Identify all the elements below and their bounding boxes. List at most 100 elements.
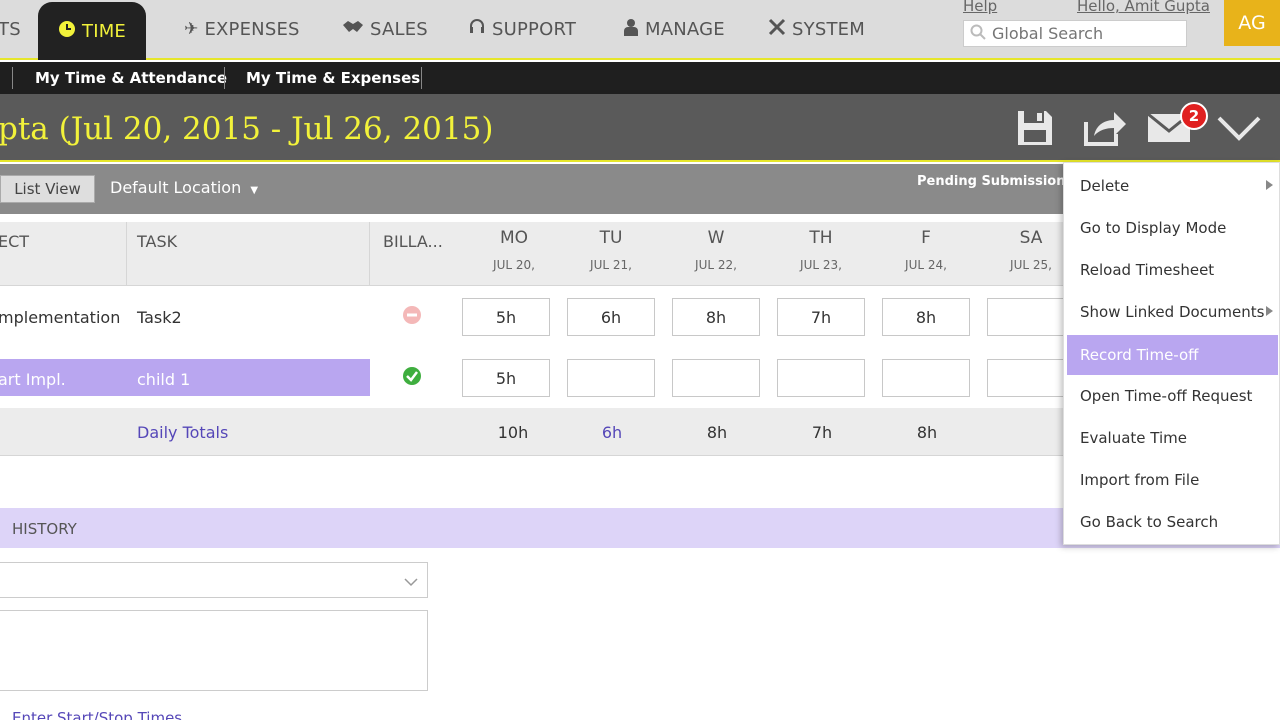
notification-badge: 2 — [1180, 102, 1208, 130]
more-actions-button[interactable] — [1216, 110, 1262, 150]
save-icon — [1015, 108, 1055, 152]
app-window: TS TIME ✈ EXPENSES SALES SUPPORT MANAGE … — [0, 0, 1280, 720]
column-header-day[interactable]: TH JUL 23, — [777, 228, 865, 272]
daily-total: 8h — [706, 423, 728, 442]
title-bar: pta (Jul 20, 2015 - Jul 26, 2015) — [0, 94, 1280, 162]
nav-tab-partial[interactable]: TS — [0, 0, 21, 58]
menu-item-label: Record Time-off — [1080, 346, 1199, 364]
help-link[interactable]: Help — [963, 0, 997, 15]
nav-label: SYSTEM — [792, 18, 865, 40]
hours-input[interactable]: 7h — [777, 298, 865, 336]
nav-tab-support[interactable]: SUPPORT — [468, 0, 576, 58]
nav-tab-expenses[interactable]: ✈ EXPENSES — [184, 0, 300, 58]
billable-check-icon — [402, 366, 422, 390]
column-separator — [126, 222, 127, 286]
clock-icon — [58, 20, 76, 43]
tools-icon — [768, 18, 786, 41]
status-label: Pending Submission — [917, 174, 1066, 189]
user-greeting-link[interactable]: Hello, Amit Gupta — [1077, 0, 1210, 15]
global-search-input[interactable] — [992, 24, 1182, 43]
column-header-day[interactable]: F JUL 24, — [882, 228, 970, 272]
date-label: JUL 23, — [800, 258, 842, 272]
menu-item-label: Evaluate Time — [1080, 429, 1187, 447]
menu-item-show-linked-documents[interactable]: Show Linked Documents — [1064, 292, 1280, 332]
hours-input[interactable] — [987, 359, 1075, 397]
nav-tab-time[interactable]: TIME — [38, 2, 147, 60]
global-search-box[interactable] — [963, 20, 1187, 47]
column-separator — [369, 222, 370, 286]
hours-input[interactable] — [882, 359, 970, 397]
hours-input[interactable] — [567, 359, 655, 397]
share-button[interactable] — [1084, 110, 1126, 150]
column-header-day[interactable]: MO JUL 20, — [470, 228, 558, 272]
hours-input[interactable]: 8h — [882, 298, 970, 336]
daily-totals-label: Daily Totals — [137, 423, 229, 442]
non-billable-icon — [402, 305, 422, 329]
handshake-icon — [342, 19, 364, 40]
menu-item-label: Delete — [1080, 177, 1130, 195]
date-label: JUL 24, — [905, 258, 947, 272]
nav-tab-manage[interactable]: MANAGE — [623, 0, 725, 58]
sub-navigation: My Time & Attendance My Time & Expenses — [0, 62, 1280, 94]
hours-input[interactable]: 5h — [462, 298, 550, 336]
nav-tab-system[interactable]: SYSTEM — [768, 0, 865, 58]
menu-item-go-to-display-mode[interactable]: Go to Display Mode — [1064, 208, 1280, 248]
menu-item-reload-timesheet[interactable]: Reload Timesheet — [1064, 250, 1280, 290]
daily-total: 7h — [811, 423, 833, 442]
menu-item-label: Show Linked Documents — [1080, 303, 1265, 321]
avatar[interactable]: AG — [1224, 0, 1280, 46]
menu-item-label: Go to Display Mode — [1080, 219, 1227, 237]
date-label: JUL 20, — [493, 258, 535, 272]
nav-tab-sales[interactable]: SALES — [342, 0, 428, 58]
subnav-my-time-attendance[interactable]: My Time & Attendance — [35, 62, 227, 94]
save-button[interactable] — [1014, 110, 1056, 150]
list-view-button[interactable]: List View — [0, 175, 95, 203]
menu-item-evaluate-time[interactable]: Evaluate Time — [1064, 418, 1280, 458]
day-label: TH — [809, 228, 833, 248]
enter-start-stop-link[interactable]: Enter Start/Stop Times — [12, 709, 182, 720]
day-label: W — [707, 228, 725, 248]
location-label: Default Location — [110, 178, 242, 197]
history-label: HISTORY — [12, 520, 77, 538]
history-select[interactable] — [0, 562, 428, 598]
column-header-billable[interactable]: BILLA... — [383, 232, 443, 251]
hours-input[interactable] — [672, 359, 760, 397]
chevron-down-icon — [1216, 113, 1262, 147]
menu-item-record-time-off[interactable]: Record Time-off — [1067, 335, 1278, 375]
location-dropdown[interactable]: Default Location ▼ — [110, 178, 258, 197]
menu-item-open-time-off-request[interactable]: Open Time-off Request — [1064, 376, 1280, 416]
day-label: TU — [599, 228, 623, 248]
column-header-day[interactable]: W JUL 22, — [672, 228, 760, 272]
headset-icon — [468, 18, 486, 41]
hours-input[interactable]: 5h — [462, 359, 550, 397]
column-header-day[interactable]: SA JUL 25, — [987, 228, 1075, 272]
column-header-task[interactable]: TASK — [137, 232, 177, 251]
divider — [12, 67, 13, 89]
top-navigation: TS TIME ✈ EXPENSES SALES SUPPORT MANAGE … — [0, 0, 1280, 60]
menu-item-label: Go Back to Search — [1080, 513, 1219, 531]
actions-dropdown-menu: Delete Go to Display Mode Reload Timeshe… — [1063, 162, 1280, 545]
menu-item-delete[interactable]: Delete — [1064, 166, 1280, 206]
menu-item-label: Import from File — [1080, 471, 1200, 489]
menu-item-go-back-to-search[interactable]: Go Back to Search — [1064, 502, 1280, 542]
column-header-project[interactable]: ECT — [0, 232, 29, 251]
chevron-down-icon — [403, 573, 419, 592]
nav-label: TIME — [82, 20, 127, 42]
submenu-arrow-icon — [1266, 180, 1273, 190]
nav-label: SALES — [370, 18, 428, 40]
project-cell: mplementation — [0, 308, 121, 327]
project-cell: art Impl. — [0, 370, 66, 389]
daily-total: 10h — [497, 423, 529, 442]
menu-item-import-from-file[interactable]: Import from File — [1064, 460, 1280, 500]
share-icon — [1082, 108, 1128, 152]
caret-down-icon: ▼ — [250, 185, 259, 196]
page-title: pta (Jul 20, 2015 - Jul 26, 2015) — [0, 111, 494, 147]
hours-input[interactable] — [987, 298, 1075, 336]
subnav-my-time-expenses[interactable]: My Time & Expenses — [246, 62, 420, 94]
hours-input[interactable]: 6h — [567, 298, 655, 336]
hours-input[interactable]: 8h — [672, 298, 760, 336]
date-label: JUL 25, — [1010, 258, 1052, 272]
comment-textarea[interactable] — [0, 610, 428, 691]
hours-input[interactable] — [777, 359, 865, 397]
column-header-day[interactable]: TU JUL 21, — [567, 228, 655, 272]
